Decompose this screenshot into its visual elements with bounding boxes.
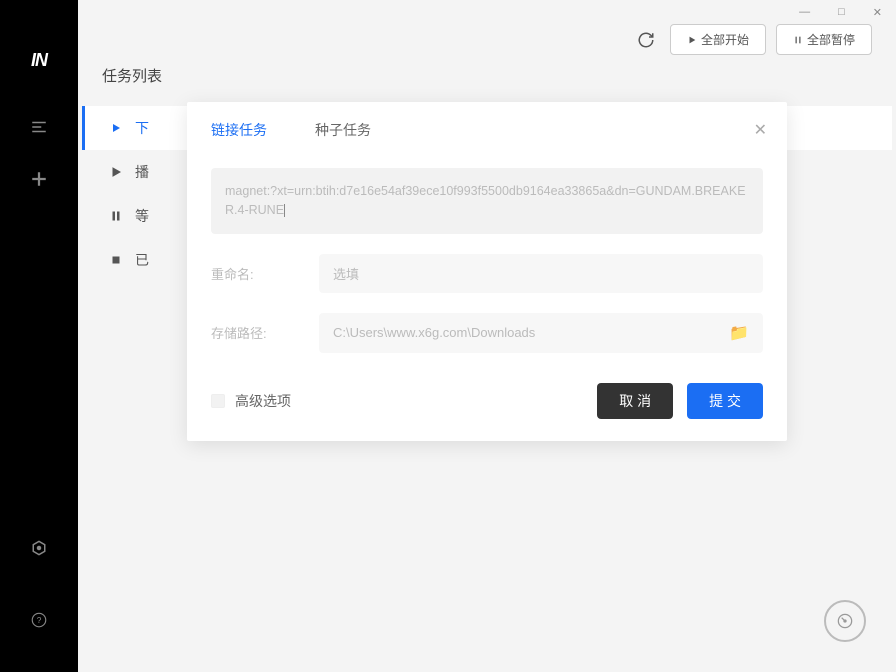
path-input[interactable]: C:\Users\www.x6g.com\Downloads 📁 [319, 313, 763, 353]
path-label: 存储路径: [211, 323, 319, 342]
checkbox-icon [211, 394, 225, 408]
close-icon[interactable]: ✕ [754, 120, 767, 140]
modal-body: magnet:?xt=urn:btih:d7e16e54af39ece10f99… [187, 152, 787, 353]
modal-buttons: 取 消 提 交 [597, 383, 763, 419]
modal-tab-link[interactable]: 链接任务 [211, 120, 267, 144]
sidebar-bottom: ? [19, 528, 59, 652]
modal-footer: 高级选项 取 消 提 交 [187, 353, 787, 441]
settings-icon[interactable] [19, 528, 59, 568]
advanced-label: 高级选项 [235, 391, 291, 411]
modal-header: 链接任务 种子任务 ✕ [187, 102, 787, 152]
url-text: magnet:?xt=urn:btih:d7e16e54af39ece10f99… [225, 184, 746, 217]
path-row: 存储路径: C:\Users\www.x6g.com\Downloads 📁 [211, 313, 763, 353]
rename-label: 重命名: [211, 264, 319, 283]
cancel-button[interactable]: 取 消 [597, 383, 673, 419]
modal-tab-seed[interactable]: 种子任务 [315, 120, 371, 144]
add-icon[interactable] [19, 159, 59, 199]
app-logo: IN [31, 50, 47, 71]
folder-icon[interactable]: 📁 [729, 323, 749, 343]
advanced-options-toggle[interactable]: 高级选项 [211, 391, 291, 411]
sidebar: IN ? [0, 0, 78, 672]
new-task-modal: 链接任务 种子任务 ✕ magnet:?xt=urn:btih:d7e16e54… [187, 102, 787, 441]
app-root: IN ? — □ ✕ 全部开始 [0, 0, 896, 672]
url-input[interactable]: magnet:?xt=urn:btih:d7e16e54af39ece10f99… [211, 168, 763, 234]
modal-overlay: 链接任务 种子任务 ✕ magnet:?xt=urn:btih:d7e16e54… [78, 0, 896, 672]
submit-button[interactable]: 提 交 [687, 383, 763, 419]
main-area: — □ ✕ 全部开始 全部暂停 任务列表 下 [78, 0, 896, 672]
rename-input[interactable]: 选填 [319, 254, 763, 293]
svg-text:?: ? [37, 616, 42, 625]
menu-icon[interactable] [19, 107, 59, 147]
rename-placeholder: 选填 [333, 264, 359, 283]
path-value: C:\Users\www.x6g.com\Downloads [333, 325, 535, 340]
help-icon[interactable]: ? [19, 600, 59, 640]
rename-row: 重命名: 选填 [211, 254, 763, 293]
